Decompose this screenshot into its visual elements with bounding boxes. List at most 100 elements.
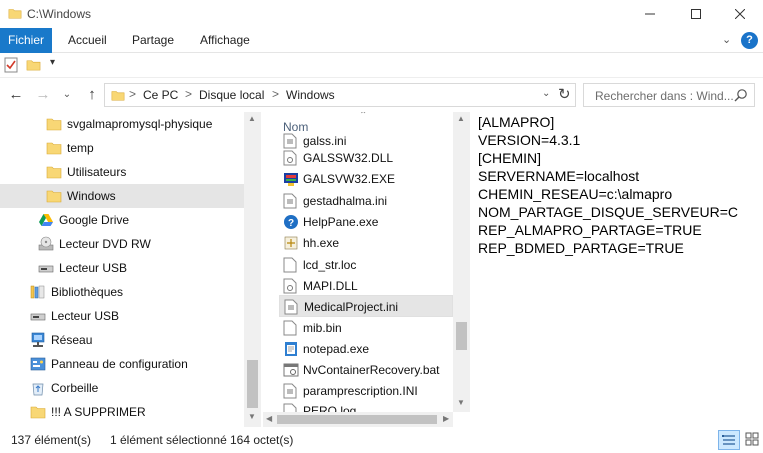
- quick-access-toolbar: ▾: [0, 53, 763, 78]
- nav-item-svgalmapromysql-physique[interactable]: svgalmapromysql-physique: [0, 112, 244, 136]
- breadcrumb-separator[interactable]: >: [129, 87, 136, 101]
- nav-item-label: Corbeille: [51, 381, 99, 395]
- file-row[interactable]: mib.bin: [279, 317, 453, 339]
- scroll-left-icon[interactable]: ◀: [266, 414, 272, 423]
- address-bar[interactable]: > Ce PC > Disque local > Windows ⌄ ↻: [104, 83, 576, 107]
- nav-pane-scrollbar[interactable]: ▲ ▼: [244, 112, 261, 427]
- ribbon-tabs: Fichier Accueil Partage Affichage ⌄ ?: [0, 28, 763, 53]
- recent-locations-icon[interactable]: ⌄: [57, 84, 77, 106]
- breadcrumb-separator[interactable]: >: [185, 87, 192, 101]
- file-row[interactable]: GALSVW32.EXE: [279, 168, 453, 190]
- nav-item-a-supprimer[interactable]: !!! A SUPPRIMER: [0, 400, 244, 424]
- up-arrow-icon[interactable]: ↑: [82, 84, 102, 106]
- ini-file-icon: [283, 383, 297, 399]
- address-history-icon[interactable]: ⌄: [542, 88, 550, 99]
- file-icon: [283, 403, 297, 412]
- folder-icon: [46, 190, 62, 203]
- file-list-horizontal-scrollbar[interactable]: ◀ ▶: [263, 412, 453, 427]
- back-arrow-icon[interactable]: ←: [6, 84, 26, 106]
- breadcrumb-separator[interactable]: >: [272, 87, 279, 101]
- libraries-icon: [30, 285, 45, 299]
- nav-item-lecteur-usb-2[interactable]: Lecteur USB: [0, 304, 244, 328]
- new-folder-icon[interactable]: [26, 57, 41, 72]
- breadcrumb-windows[interactable]: Windows: [286, 88, 335, 102]
- scroll-up-icon[interactable]: ▲: [457, 114, 465, 123]
- maximize-button[interactable]: [673, 0, 719, 28]
- file-name: PERO.log: [303, 404, 357, 412]
- help-icon[interactable]: ?: [741, 32, 758, 49]
- preview-line: REP_ALMAPRO_PARTAGE=TRUE: [478, 222, 702, 238]
- nav-item-corbeille[interactable]: Corbeille: [0, 376, 244, 400]
- minimize-button[interactable]: [627, 0, 673, 28]
- recycle-bin-icon: [32, 383, 44, 396]
- selection-count: 1 élément sélectionné: [110, 433, 227, 447]
- file-row[interactable]: NvContainerRecovery.bat: [279, 359, 453, 381]
- notepad-icon: [285, 342, 297, 356]
- nav-item-label: Google Drive: [59, 213, 130, 227]
- tab-accueil[interactable]: Accueil: [60, 28, 115, 53]
- nav-item-lecteur-dvd-rw[interactable]: Lecteur DVD RW: [0, 232, 244, 256]
- folder-icon: [46, 118, 62, 131]
- help-icon: ?: [284, 215, 298, 229]
- nav-item-reseau[interactable]: Réseau: [0, 328, 244, 352]
- tab-affichage[interactable]: Affichage: [192, 28, 258, 53]
- exe-app-icon: [284, 173, 298, 186]
- nav-item-panneau-de-configuration[interactable]: Panneau de configuration: [0, 352, 244, 376]
- large-icons-view-button[interactable]: [743, 430, 763, 450]
- file-row[interactable]: PERO.log: [279, 400, 453, 412]
- ini-file-icon: [284, 299, 298, 315]
- file-name: gestadhalma.ini: [303, 194, 388, 208]
- file-row[interactable]: gestadhalma.ini: [279, 190, 453, 212]
- file-row[interactable]: hh.exe: [279, 232, 453, 254]
- breadcrumb-ce-pc[interactable]: Ce PC: [143, 88, 178, 102]
- scroll-down-icon[interactable]: ▼: [248, 412, 256, 421]
- file-row[interactable]: ? HelpPane.exe: [279, 211, 453, 233]
- breadcrumb-disque-local[interactable]: Disque local: [199, 88, 264, 102]
- search-icon: [734, 89, 747, 102]
- nav-item-bibliotheques[interactable]: Bibliothèques: [0, 280, 244, 304]
- close-icon: [735, 9, 745, 19]
- nav-item-google-drive[interactable]: Google Drive: [0, 208, 244, 232]
- tab-fichier[interactable]: Fichier: [0, 28, 52, 53]
- item-count: 137 élément(s): [11, 433, 92, 447]
- nav-item-windows[interactable]: Windows: [0, 184, 244, 208]
- title-bar: C:\Windows: [0, 0, 763, 28]
- nav-item-label: temp: [67, 141, 94, 155]
- details-view-button[interactable]: [718, 430, 740, 450]
- file-row[interactable]: lcd_str.loc: [279, 254, 453, 276]
- scrollbar-thumb[interactable]: [456, 322, 467, 350]
- file-name: lcd_str.loc: [303, 258, 357, 272]
- scrollbar-thumb[interactable]: [277, 415, 437, 424]
- file-row[interactable]: paramprescription.INI: [279, 380, 453, 402]
- nav-item-utilisateurs[interactable]: Utilisateurs: [0, 160, 244, 184]
- file-row[interactable]: GALSSW32.DLL: [279, 147, 453, 169]
- nav-item-temp[interactable]: temp: [0, 136, 244, 160]
- nav-item-lecteur-usb[interactable]: Lecteur USB: [0, 256, 244, 280]
- scroll-right-icon[interactable]: ▶: [443, 414, 449, 423]
- forward-arrow-icon[interactable]: →: [33, 84, 53, 106]
- search-input[interactable]: Rechercher dans : Wind...: [583, 83, 755, 107]
- tab-partage[interactable]: Partage: [124, 28, 182, 53]
- svg-text:?: ?: [288, 218, 294, 229]
- scrollbar-thumb[interactable]: [247, 360, 258, 408]
- refresh-icon[interactable]: ↻: [558, 85, 571, 103]
- close-button[interactable]: [717, 0, 763, 28]
- window-title: C:\Windows: [27, 7, 92, 21]
- customize-toolbar-icon[interactable]: ▾: [50, 57, 55, 68]
- file-name: GALSVW32.EXE: [303, 172, 396, 186]
- expand-ribbon-icon[interactable]: ⌄: [722, 33, 731, 46]
- dvd-drive-icon: [38, 236, 54, 251]
- file-row-selected[interactable]: MedicalProject.ini: [279, 295, 453, 317]
- navigation-bar: ← → ⌄ ↑ > Ce PC > Disque local > Windows…: [0, 78, 763, 112]
- nav-item-label: Bibliothèques: [51, 285, 124, 299]
- selection-size: 164 octet(s): [230, 433, 294, 447]
- file-row[interactable]: notepad.exe: [279, 338, 453, 360]
- properties-check-icon[interactable]: [4, 57, 18, 73]
- scroll-down-icon[interactable]: ▼: [457, 398, 465, 407]
- scroll-up-icon[interactable]: ▲: [248, 114, 256, 123]
- folder-icon: [8, 9, 22, 19]
- dll-file-icon: [283, 150, 297, 166]
- file-name: HelpPane.exe: [303, 215, 379, 229]
- file-list-scrollbar[interactable]: ▲ ▼: [453, 112, 470, 412]
- file-row[interactable]: MAPI.DLL: [279, 275, 453, 297]
